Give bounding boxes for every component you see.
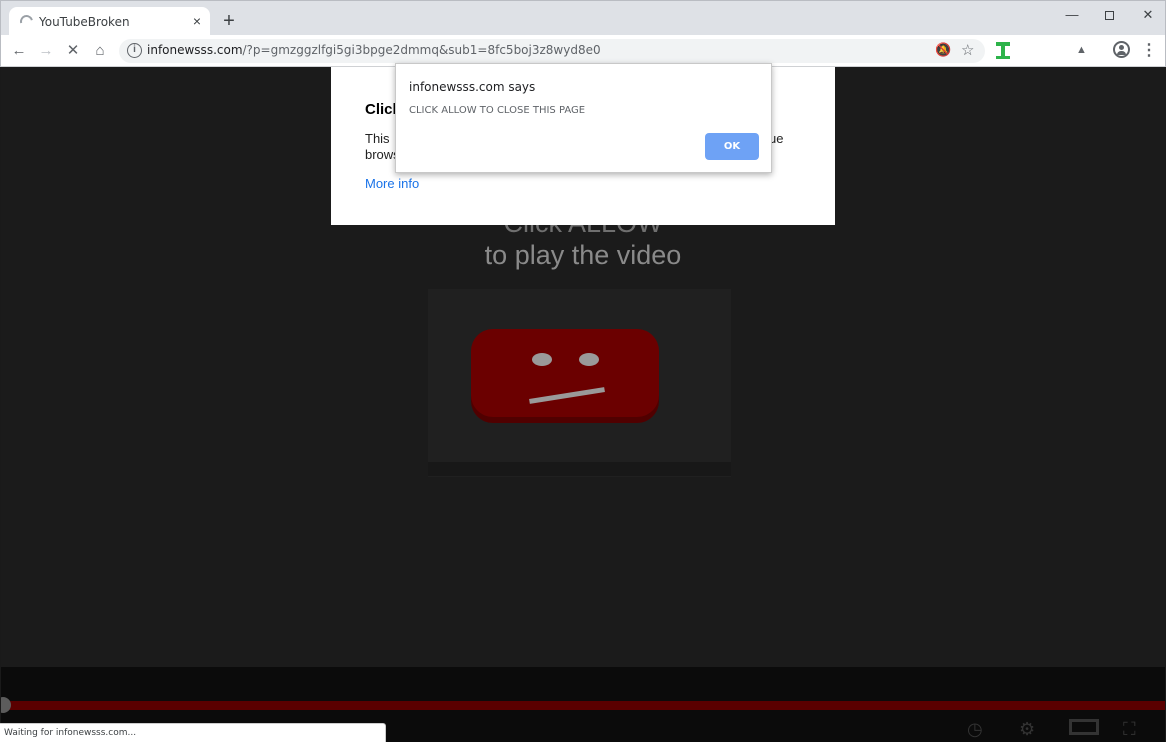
progress-knob[interactable] bbox=[1, 697, 11, 713]
ok-button[interactable]: OK bbox=[705, 133, 759, 160]
url-host: infonewsss.com bbox=[147, 43, 243, 57]
fullscreen-icon[interactable]: ⛶ bbox=[1123, 719, 1136, 740]
profile-icon[interactable] bbox=[1113, 41, 1130, 58]
url-path: /?p=gmzggzlfgi5gi3bpge2dmmq&sub1=8fc5boj… bbox=[242, 43, 601, 57]
tab-title: YouTubeBroken bbox=[39, 15, 130, 29]
more-info-link[interactable]: More info bbox=[365, 176, 419, 191]
close-window-button[interactable]: ✕ bbox=[1135, 5, 1161, 25]
logo-right-eye bbox=[579, 353, 599, 366]
broken-youtube-logo-icon bbox=[471, 329, 659, 423]
theater-mode-icon[interactable] bbox=[1069, 719, 1099, 740]
headline-line2: to play the video bbox=[484, 240, 682, 270]
back-button[interactable]: ← bbox=[8, 40, 30, 62]
tab-close-icon[interactable]: × bbox=[189, 11, 205, 31]
alert-dialog: infonewsss.com says CLICK ALLOW TO CLOSE… bbox=[395, 63, 772, 173]
maximize-icon bbox=[1104, 11, 1114, 21]
video-placeholder-shadow bbox=[428, 462, 731, 476]
logo-mouth bbox=[529, 387, 605, 404]
info-icon[interactable]: i bbox=[127, 43, 142, 58]
stop-loading-button[interactable]: ✕ bbox=[62, 40, 84, 62]
alert-origin: infonewsss.com says bbox=[409, 80, 536, 94]
menu-icon[interactable]: ⋮ bbox=[1141, 40, 1157, 62]
tab-strip: YouTubeBroken × + — ✕ bbox=[0, 0, 1166, 36]
settings-gear-icon[interactable]: ⚙ bbox=[1019, 719, 1035, 740]
bookmark-star-icon[interactable]: ☆ bbox=[961, 41, 974, 59]
loading-spinner-icon bbox=[17, 12, 36, 31]
notifications-blocked-icon[interactable]: 🔕 bbox=[935, 42, 951, 58]
browser-window: YouTubeBroken × + — ✕ ← → ✕ ⌂ i infonews… bbox=[0, 0, 1166, 742]
home-button[interactable]: ⌂ bbox=[89, 40, 111, 62]
logo-left-eye bbox=[532, 353, 552, 366]
url-text[interactable]: infonewsss.com/?p=gmzggzlfgi5gi3bpge2dmm… bbox=[147, 43, 601, 57]
minimize-button[interactable]: — bbox=[1059, 5, 1085, 25]
watch-later-icon[interactable]: ◷ bbox=[967, 719, 983, 740]
progress-bar[interactable] bbox=[1, 697, 1165, 713]
maximize-button[interactable] bbox=[1096, 5, 1122, 25]
cast-icon[interactable]: ▲ bbox=[1076, 44, 1087, 56]
forward-button[interactable]: → bbox=[35, 40, 57, 62]
tab-youtubebroken[interactable]: YouTubeBroken × bbox=[9, 7, 210, 36]
address-bar[interactable]: i infonewsss.com/?p=gmzggzlfgi5gi3bpge2d… bbox=[119, 39, 985, 63]
extension-icon[interactable] bbox=[996, 42, 1010, 60]
new-tab-button[interactable]: + bbox=[219, 11, 239, 31]
status-bubble: Waiting for infonewsss.com... bbox=[0, 723, 386, 742]
alert-message: CLICK ALLOW TO CLOSE THIS PAGE bbox=[409, 105, 586, 116]
